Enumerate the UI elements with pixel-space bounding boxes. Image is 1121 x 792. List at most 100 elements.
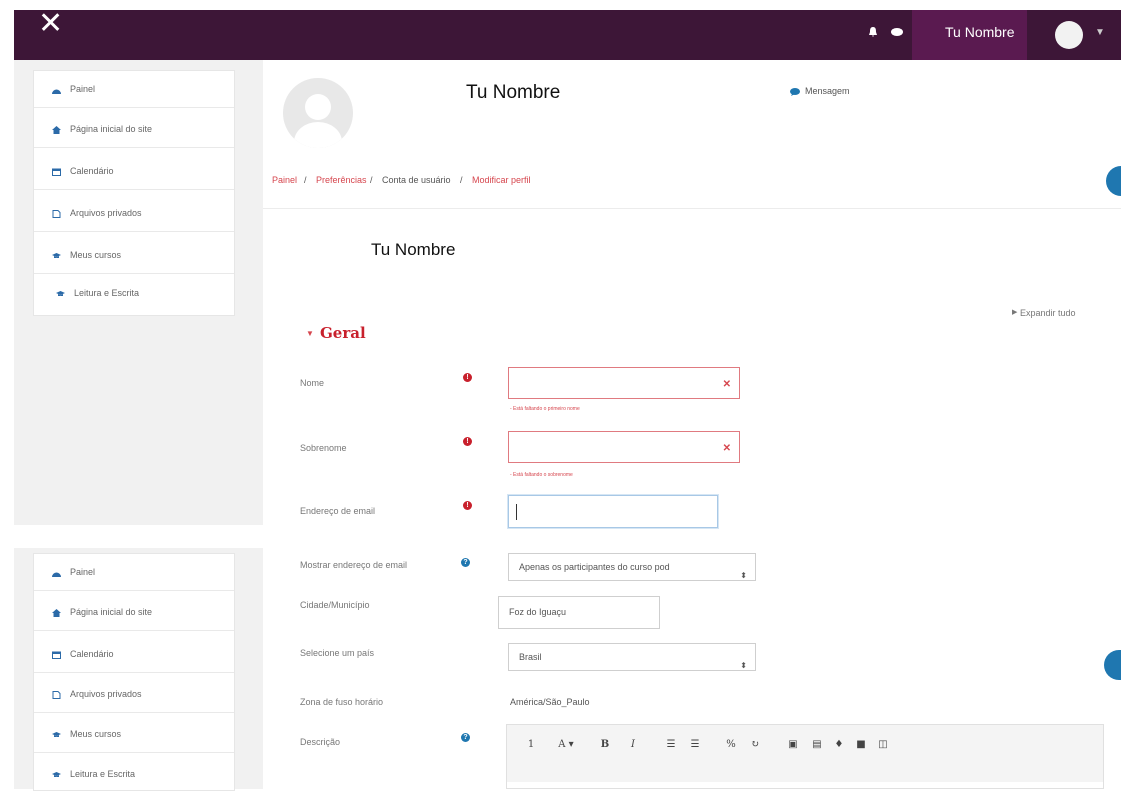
media-icon[interactable]: ▤ [807, 735, 827, 755]
sidebar-nav-duplicate: Painel Página inicial do site Calendário… [33, 553, 235, 791]
form-title: Tu Nombre [371, 240, 456, 259]
page-header [263, 60, 1121, 209]
bell-icon[interactable] [868, 27, 878, 37]
sidebar-item-private-files[interactable]: Arquivos privados [34, 199, 234, 232]
sidebar-item-label: Meus cursos [70, 729, 122, 739]
description-label: Descrição [300, 737, 341, 747]
last-name-label: Sobrenome [300, 443, 347, 453]
first-name-input[interactable]: ✕ [508, 367, 740, 399]
sidebar-item-label: Leitura e Escrita [70, 769, 136, 779]
chevron-down-icon[interactable]: ▼ [1095, 27, 1105, 38]
calendar-icon [52, 168, 61, 176]
required-icon: ! [463, 437, 472, 446]
message-icon[interactable] [790, 88, 800, 96]
breadcrumb-item-account[interactable]: Conta de usuário [382, 175, 451, 185]
first-name-error: - Está faltando o primeiro nome [510, 406, 580, 412]
image-icon[interactable]: ▣ [783, 735, 803, 755]
graduation-cap-icon [52, 732, 61, 737]
sidebar-item-calendar[interactable]: Calendário [34, 157, 234, 190]
sidebar-item-home[interactable]: Página inicial do site [34, 115, 234, 148]
bold-button[interactable]: B [595, 735, 615, 755]
sidebar-item-my-courses[interactable]: Meus cursos [34, 720, 234, 753]
help-icon[interactable]: ? [461, 733, 470, 742]
show-email-label: Mostrar endereço de email [300, 560, 408, 570]
unordered-list-icon[interactable]: ☰ [661, 735, 681, 755]
sidebar-item-my-courses[interactable]: Meus cursos [34, 241, 234, 274]
country-value: Brasil [519, 652, 542, 662]
dashboard-icon [52, 572, 61, 577]
help-icon[interactable]: ? [461, 558, 470, 567]
breadcrumb-item-edit-profile: Modificar perfil [472, 175, 531, 185]
breadcrumb-item-preferences[interactable]: Preferências [316, 175, 367, 185]
sidebar-item-calendar[interactable]: Calendário [34, 640, 234, 673]
avatar[interactable] [1055, 21, 1083, 49]
breadcrumb-separator: / [370, 175, 373, 185]
profile-avatar [283, 78, 353, 148]
home-icon [52, 609, 61, 617]
country-label: Selecione um país [300, 648, 375, 658]
manage-files-icon[interactable]: ◫ [873, 735, 893, 755]
dashboard-icon [52, 89, 61, 94]
select-arrow-icon: ⬍ [740, 661, 747, 670]
breadcrumb-separator: / [304, 175, 307, 185]
italic-button[interactable]: I [623, 735, 643, 755]
toolbar-toggle-button[interactable]: 1 [521, 735, 541, 755]
timezone-value: América/São_Paulo [510, 697, 590, 707]
file-icon [52, 691, 61, 699]
description-editor[interactable] [506, 782, 1104, 789]
breadcrumb-separator: / [460, 175, 463, 185]
font-size-button[interactable]: A ▾ [551, 735, 581, 755]
sidebar-item-course[interactable]: Leitura e Escrita [34, 760, 234, 792]
sidebar-item-course[interactable]: Leitura e Escrita [34, 279, 234, 311]
sidebar-item-painel[interactable]: Painel [34, 558, 234, 591]
timezone-label: Zona de fuso horário [300, 697, 384, 707]
show-email-value: Apenas os participantes do curso pod [519, 562, 670, 572]
sidebar-item-label: Arquivos privados [70, 689, 142, 699]
graduation-cap-icon [52, 772, 61, 777]
ordered-list-icon[interactable]: ☰ [685, 735, 705, 755]
video-icon[interactable]: ■ [851, 735, 871, 755]
sidebar-nav: Painel Página inicial do site Calendário… [33, 70, 235, 316]
home-icon [52, 126, 61, 134]
city-input[interactable]: Foz do Iguaçu [498, 596, 660, 629]
caret-right-icon: ▶ [1012, 309, 1018, 316]
sidebar-item-home[interactable]: Página inicial do site [34, 598, 234, 631]
file-icon [52, 210, 61, 218]
expand-all-link[interactable]: Expandir tudo [1020, 308, 1076, 318]
chat-icon[interactable] [891, 28, 903, 36]
email-field[interactable] [508, 495, 718, 528]
text-cursor [516, 504, 517, 520]
unlink-icon[interactable]: ↻ [745, 735, 765, 755]
sidebar-item-label: Página inicial do site [70, 124, 153, 134]
sidebar-item-label: Leitura e Escrita [74, 288, 140, 298]
first-name-label: Nome [300, 378, 325, 388]
user-name[interactable]: Tu Nombre [945, 24, 1015, 40]
editor-toolbar: 1 A ▾ B I ☰ ☰ % ↻ ▣ ▤ ♦ ■ ◫ [506, 724, 1104, 789]
select-arrow-icon: ⬍ [740, 571, 747, 580]
sidebar-item-label: Arquivos privados [70, 208, 142, 218]
city-label: Cidade/Município [300, 600, 370, 610]
breadcrumb-item-painel[interactable]: Painel [272, 175, 297, 185]
drawer-toggle-icon[interactable] [1104, 650, 1121, 680]
sidebar-item-label: Painel [70, 567, 96, 577]
country-select[interactable]: Brasil ⬍ [508, 643, 756, 671]
section-title[interactable]: Geral [320, 324, 366, 342]
last-name-input[interactable]: ✕ [508, 431, 740, 463]
city-value: Foz do Iguaçu [509, 607, 567, 617]
sidebar-item-label: Página inicial do site [70, 607, 153, 617]
required-icon: ! [463, 373, 472, 382]
calendar-icon [52, 651, 61, 659]
show-email-select[interactable]: Apenas os participantes do curso pod ⬍ [508, 553, 756, 581]
microphone-icon[interactable]: ♦ [829, 735, 849, 755]
sidebar-item-private-files[interactable]: Arquivos privados [34, 680, 234, 713]
close-icon[interactable]: ✕ [38, 9, 63, 39]
required-icon: ! [463, 501, 472, 510]
sidebar-item-painel[interactable]: Painel [34, 75, 234, 108]
link-icon[interactable]: % [721, 735, 741, 755]
chevron-down-icon[interactable]: ▼ [306, 329, 314, 338]
message-button[interactable]: Mensagem [805, 86, 850, 96]
graduation-cap-icon [56, 291, 65, 296]
page-header-title: Tu Nombre [466, 82, 561, 103]
sidebar-item-label: Meus cursos [70, 250, 122, 260]
email-label: Endereço de email [300, 506, 376, 516]
